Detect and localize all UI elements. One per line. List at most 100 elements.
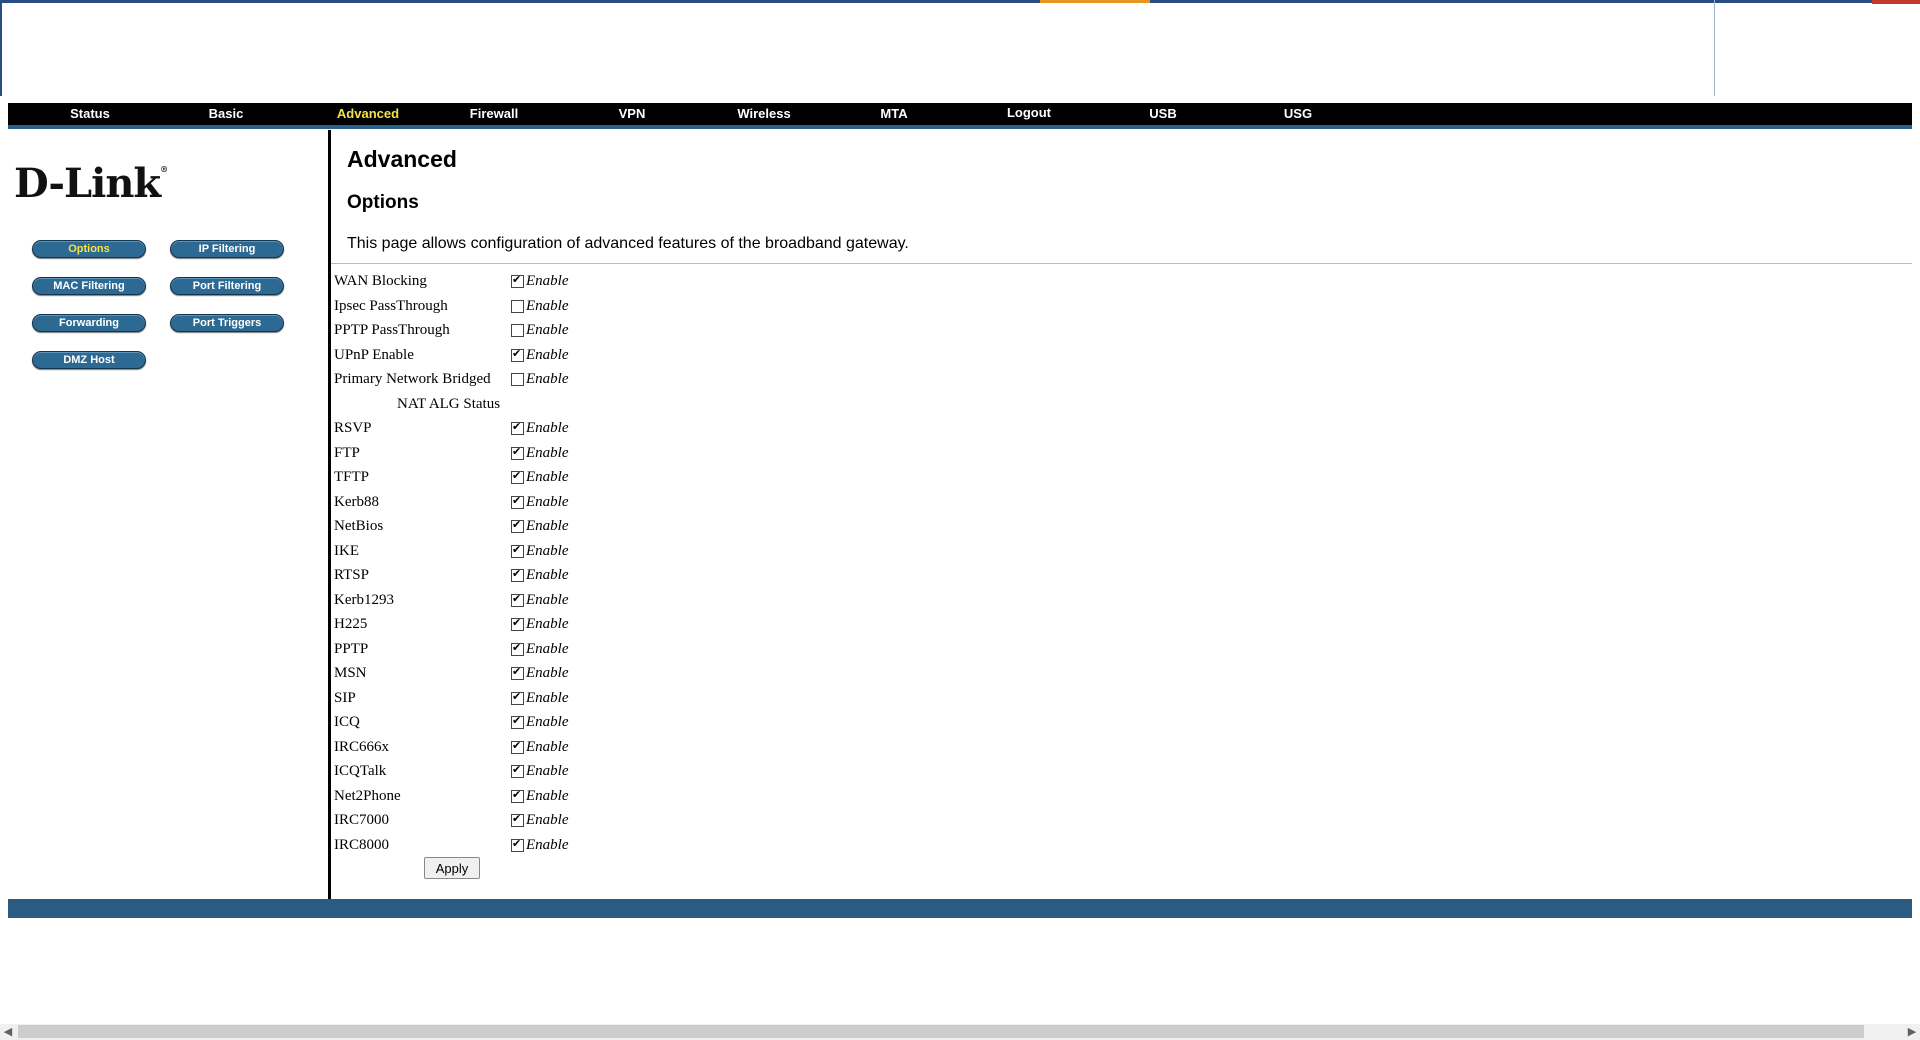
alg-netbios-checkbox[interactable] (511, 518, 524, 533)
banner-top-border (0, 0, 1920, 3)
main-content: Advanced Options This page allows config… (331, 130, 1912, 900)
scroll-left-arrow-icon[interactable]: ◀ (0, 1024, 16, 1040)
primary-network-bridged-label: Primary Network Bridged (334, 371, 491, 387)
banner-left-border (0, 0, 2, 96)
enable-label: Enable (526, 273, 569, 289)
upnp-enable-row: UPnP Enable Enable (334, 344, 594, 369)
nav-vpn[interactable]: VPN (592, 103, 672, 125)
horizontal-scrollbar[interactable]: ◀ ▶ (0, 1024, 1920, 1040)
alg-irc666x-label: IRC666x (334, 738, 390, 755)
primary-network-bridged-row: Primary Network Bridged Enable (334, 368, 594, 393)
alg-kerb88-row: Kerb88 Enable (334, 491, 594, 516)
alg-icqtalk-checkbox[interactable] (511, 763, 524, 778)
alg-irc8000-checkbox[interactable] (511, 837, 524, 852)
alg-msn-row: MSN Enable (334, 662, 594, 687)
alg-irc7000-label: IRC7000 (334, 812, 390, 828)
pptp-passthrough-checkbox[interactable] (511, 324, 524, 337)
alg-tftp-label: TFTP (334, 469, 370, 485)
pptp-passthrough-label: PPTP PassThrough (334, 322, 450, 338)
enable-label: Enable (526, 787, 569, 804)
upnp-enable-checkbox[interactable] (511, 347, 524, 362)
wan-blocking-checkbox[interactable] (511, 273, 524, 288)
nat-alg-heading: NAT ALG Status (397, 395, 501, 412)
alg-icq-row: ICQ Enable (334, 711, 594, 736)
alg-rsvp-checkbox[interactable] (511, 420, 524, 435)
nav-logout[interactable]: Logout (989, 102, 1069, 124)
nav-advanced[interactable]: Advanced (318, 103, 418, 125)
alg-kerb1293-label: Kerb1293 (334, 591, 394, 608)
enable-label: Enable (526, 665, 569, 681)
enable-label: Enable (526, 542, 569, 559)
nav-status[interactable]: Status (50, 103, 130, 125)
enable-label: Enable (526, 812, 569, 828)
nav-basic[interactable]: Basic (186, 103, 266, 125)
mac-filtering-button[interactable]: MAC Filtering (32, 277, 146, 295)
options-button[interactable]: Options (32, 240, 146, 258)
page-description: This page allows configuration of advanc… (347, 235, 909, 252)
alg-rtsp-row: RTSP Enable (334, 564, 594, 589)
alg-ftp-row: FTP Enable (334, 442, 594, 467)
alg-irc666x-row: IRC666x Enable (334, 736, 594, 761)
alg-kerb1293-checkbox[interactable] (511, 592, 524, 607)
ipsec-passthrough-row: Ipsec PassThrough Enable (334, 295, 594, 320)
alg-msn-checkbox[interactable] (511, 665, 524, 680)
alg-ike-label: IKE (334, 542, 359, 559)
alg-h225-checkbox[interactable] (511, 616, 524, 631)
alg-sip-label: SIP (334, 689, 356, 706)
alg-pptp-label: PPTP (334, 640, 369, 657)
ip-filtering-button[interactable]: IP Filtering (170, 240, 284, 258)
alg-ftp-checkbox[interactable] (511, 445, 524, 460)
enable-label: Enable (526, 567, 569, 583)
scrollbar-thumb[interactable] (18, 1025, 1864, 1038)
nat-alg-heading-row: NAT ALG Status (334, 393, 594, 418)
section-title: Options (347, 192, 419, 213)
alg-sip-checkbox[interactable] (511, 690, 524, 705)
nav-usb[interactable]: USB (1123, 103, 1203, 125)
alg-tftp-row: TFTP Enable (334, 466, 594, 491)
nav-firewall[interactable]: Firewall (449, 103, 539, 125)
primary-network-bridged-checkbox[interactable] (511, 373, 524, 386)
nav-wireless[interactable]: Wireless (714, 103, 814, 125)
alg-msn-label: MSN (334, 665, 367, 681)
alg-ike-checkbox[interactable] (511, 543, 524, 558)
enable-label: Enable (526, 371, 569, 387)
alg-h225-label: H225 (334, 616, 368, 632)
alg-pptp-checkbox[interactable] (511, 641, 524, 656)
enable-label: Enable (526, 469, 569, 485)
alg-ftp-label: FTP (334, 444, 360, 461)
forwarding-button[interactable]: Forwarding (32, 314, 146, 332)
enable-label: Enable (526, 836, 569, 853)
scroll-right-arrow-icon[interactable]: ▶ (1904, 1024, 1920, 1040)
alg-sip-row: SIP Enable (334, 687, 594, 712)
banner-divider (1714, 0, 1715, 96)
port-triggers-button[interactable]: Port Triggers (170, 314, 284, 332)
alg-icqtalk-label: ICQTalk (334, 763, 387, 779)
ipsec-passthrough-label: Ipsec PassThrough (334, 297, 448, 314)
apply-button[interactable]: Apply (424, 857, 480, 879)
ipsec-passthrough-checkbox[interactable] (511, 299, 524, 313)
alg-kerb1293-row: Kerb1293 Enable (334, 589, 594, 614)
alg-tftp-checkbox[interactable] (511, 469, 524, 484)
alg-irc8000-label: IRC8000 (334, 836, 390, 853)
alg-net2phone-checkbox[interactable] (511, 788, 524, 803)
port-filtering-button[interactable]: Port Filtering (170, 277, 284, 295)
alg-icq-checkbox[interactable] (511, 714, 524, 729)
alg-irc666x-checkbox[interactable] (511, 739, 524, 754)
banner-red-mark (1872, 0, 1920, 4)
alg-kerb88-checkbox[interactable] (511, 494, 524, 509)
nav-mta[interactable]: MTA (854, 103, 934, 125)
alg-rsvp-row: RSVP Enable (334, 417, 594, 442)
nav-usg[interactable]: USG (1258, 103, 1338, 125)
enable-label: Enable (526, 493, 569, 510)
enable-label: Enable (526, 444, 569, 461)
alg-irc7000-checkbox[interactable] (511, 812, 524, 827)
footer-bar (8, 899, 1912, 918)
dmz-host-button[interactable]: DMZ Host (32, 351, 146, 369)
alg-h225-row: H225 Enable (334, 613, 594, 638)
enable-label: Enable (526, 763, 569, 779)
alg-net2phone-label: Net2Phone (334, 787, 401, 804)
left-sidebar: D-Link® Options IP Filtering MAC Filteri… (8, 130, 328, 900)
alg-rtsp-checkbox[interactable] (511, 567, 524, 582)
enable-label: Enable (526, 689, 569, 706)
alg-rtsp-label: RTSP (334, 567, 369, 583)
